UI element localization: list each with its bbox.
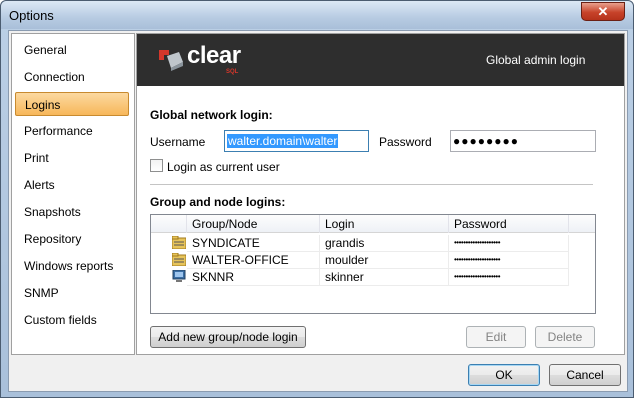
banner-title: Global admin login xyxy=(486,53,586,67)
nav-item-connection[interactable]: Connection xyxy=(15,65,129,89)
column-header-group-node[interactable]: Group/Node xyxy=(187,215,320,233)
options-nav: General Connection Logins Performance Pr… xyxy=(11,33,135,355)
login-as-current-user-label[interactable]: Login as current user xyxy=(167,160,280,174)
row-name: SKNNR xyxy=(187,269,320,286)
group-folder-icon xyxy=(172,236,186,249)
add-new-group-node-login-button[interactable]: Add new group/node login xyxy=(150,326,306,348)
row-login: moulder xyxy=(320,252,449,269)
nav-item-repository[interactable]: Repository xyxy=(15,227,129,251)
close-button[interactable]: ✕ xyxy=(581,2,625,21)
cancel-button[interactable]: Cancel xyxy=(549,364,621,386)
grid-header-blank xyxy=(151,215,187,233)
group-node-logins-heading: Group and node logins: xyxy=(150,195,286,209)
ok-button[interactable]: OK xyxy=(468,364,540,386)
computer-node-icon xyxy=(172,270,186,282)
nav-item-windows-reports[interactable]: Windows reports xyxy=(15,254,129,278)
login-as-current-user-checkbox[interactable] xyxy=(150,159,163,172)
logo-text: clear xyxy=(187,42,241,69)
window-title: Options xyxy=(9,8,54,23)
dialog-body: General Connection Logins Performance Pr… xyxy=(8,30,628,392)
username-value: walter.domain\walter xyxy=(227,134,339,148)
row-login: grandis xyxy=(320,235,449,252)
banner: clear SQL Global admin login xyxy=(137,34,624,86)
row-name: SYNDICATE xyxy=(187,235,320,252)
delete-button[interactable]: Delete xyxy=(535,326,595,348)
options-window: Options ✕ General Connection Logins Perf… xyxy=(0,0,634,398)
nav-item-general[interactable]: General xyxy=(15,38,129,62)
username-field[interactable]: walter.domain\walter xyxy=(224,130,369,152)
nav-item-print[interactable]: Print xyxy=(15,146,129,170)
nav-item-logins[interactable]: Logins xyxy=(15,92,129,116)
grid-header: Group/Node Login Password xyxy=(151,215,595,233)
column-header-password[interactable]: Password xyxy=(449,215,569,233)
title-bar[interactable]: Options ✕ xyxy=(1,1,633,29)
password-field[interactable]: ●●●●●●●● xyxy=(450,130,596,152)
section-divider xyxy=(150,184,593,185)
password-label: Password xyxy=(379,135,432,149)
row-login: skinner xyxy=(320,269,449,286)
nav-item-snapshots[interactable]: Snapshots xyxy=(15,200,129,224)
column-header-login[interactable]: Login xyxy=(320,215,449,233)
password-value: ●●●●●●●● xyxy=(453,134,519,148)
row-name: WALTER-OFFICE xyxy=(187,252,320,269)
close-icon: ✕ xyxy=(597,4,609,19)
row-password: •••••••••••••••••••• xyxy=(449,269,569,286)
logo-subtext: SQL xyxy=(226,69,239,75)
row-password: •••••••••••••••••••• xyxy=(449,235,569,252)
nav-item-alerts[interactable]: Alerts xyxy=(15,173,129,197)
nav-item-snmp[interactable]: SNMP xyxy=(15,281,129,305)
global-network-login-heading: Global network login: xyxy=(150,108,273,122)
edit-button[interactable]: Edit xyxy=(466,326,526,348)
table-row[interactable]: SYNDICATE grandis •••••••••••••••••••• xyxy=(151,235,571,252)
nav-item-performance[interactable]: Performance xyxy=(15,119,129,143)
logins-grid: Group/Node Login Password SYNDICATE gran… xyxy=(150,214,596,314)
logins-panel: clear SQL Global admin login Global netw… xyxy=(136,33,625,355)
row-password: •••••••••••••••••••• xyxy=(449,252,569,269)
nav-item-custom-fields[interactable]: Custom fields xyxy=(15,308,129,332)
table-row[interactable]: SKNNR skinner •••••••••••••••••••• xyxy=(151,269,571,286)
group-folder-icon xyxy=(172,253,186,266)
username-label: Username xyxy=(150,135,206,149)
clear-logo-icon xyxy=(159,50,183,71)
table-row[interactable]: WALTER-OFFICE moulder ••••••••••••••••••… xyxy=(151,252,571,269)
